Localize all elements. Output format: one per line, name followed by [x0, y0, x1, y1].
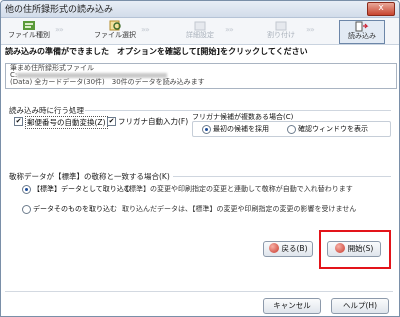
instruction-message: 読み込みの準備ができました オプションを確認して[開始]をクリックしてください	[5, 47, 308, 56]
postal-auto-checkbox[interactable]: ✔	[14, 117, 23, 126]
confirm-window-label[interactable]: 確認ウィンドウを表示	[298, 124, 368, 134]
back-arrow-icon	[268, 243, 279, 253]
honorific-standard-radio[interactable]	[22, 185, 31, 194]
furigana-auto-checkbox[interactable]: ✔	[107, 117, 116, 126]
step-assign: 割り付け	[259, 20, 303, 42]
import-wizard-window: 他の住所録形式の読み込み x ファイル種別 »» ファイル選択 »» 詳細設定 …	[0, 0, 400, 317]
step-arrow-icon: »»	[141, 25, 150, 34]
honorific-raw-label[interactable]: データそのものを取り込む	[33, 204, 117, 214]
wizard-steps: ファイル種別 »» ファイル選択 »» 詳細設定 »» 割り付け »» 読み込み	[1, 18, 399, 45]
start-arrow-icon	[334, 243, 345, 253]
step-arrow-icon: »»	[55, 25, 64, 34]
first-candidate-radio[interactable]	[202, 125, 211, 134]
honorific-standard-note: 【標準】の変更や印刷指定の変更と連動して敬称が自動で入れ替わります	[122, 185, 353, 193]
honorific-title: 敬称データが【標準】の敬称と一致する場合(K)	[9, 172, 170, 181]
furigana-auto-label[interactable]: フリガナ自動入力(F)	[118, 116, 188, 127]
honorific-raw-note: 取り込んだデータは、【標準】の変更や印刷指定の変更の影響を受けません	[122, 205, 357, 213]
step-file-select[interactable]: ファイル選択	[93, 20, 137, 42]
honorific-standard-label[interactable]: 【標準】データとして取り込む	[33, 184, 131, 194]
file-type-icon	[23, 21, 35, 30]
close-button[interactable]: x	[367, 2, 395, 16]
back-button[interactable]: 戻る(B)	[263, 241, 313, 257]
first-candidate-label[interactable]: 最初の候補を採用	[213, 124, 269, 134]
import-options-title: 読み込み時に行う処理	[9, 106, 84, 115]
group-divider	[85, 110, 391, 111]
step-import[interactable]: 読み込み	[339, 20, 385, 44]
footer-divider	[5, 291, 393, 292]
honorific-raw-radio[interactable]	[22, 205, 31, 214]
detail-settings-icon	[194, 21, 206, 31]
redacted-path	[17, 72, 168, 78]
import-icon	[355, 21, 369, 32]
help-button[interactable]: ヘルプ(H)	[331, 298, 389, 314]
file-select-icon	[109, 20, 121, 31]
step-detail-settings: 詳細設定	[178, 20, 222, 42]
step-file-type[interactable]: ファイル種別	[7, 20, 51, 42]
assign-icon	[275, 21, 287, 31]
start-button[interactable]: 開始(S)	[327, 241, 381, 257]
cancel-button[interactable]: キャンセル	[263, 298, 321, 314]
summary-line-count: (Data) 全カードデータ(30件) 30件のデータを読み込みます	[10, 78, 205, 86]
window-title: 他の住所録形式の読み込み	[5, 5, 114, 15]
title-bar: 他の住所録形式の読み込み x	[1, 1, 399, 18]
import-summary-box: 筆まめ住所録形式ファイル C: (Data) 全カードデータ(30件) 30件の…	[5, 63, 397, 89]
step-arrow-icon: »»	[306, 25, 315, 34]
confirm-window-radio[interactable]	[287, 125, 296, 134]
summary-line-format: 筆まめ住所録形式ファイル	[10, 64, 94, 72]
step-arrow-icon: »»	[225, 25, 234, 34]
group-divider	[173, 176, 391, 177]
postal-auto-label[interactable]: 郵便番号の自動変換(Z)	[25, 116, 108, 129]
